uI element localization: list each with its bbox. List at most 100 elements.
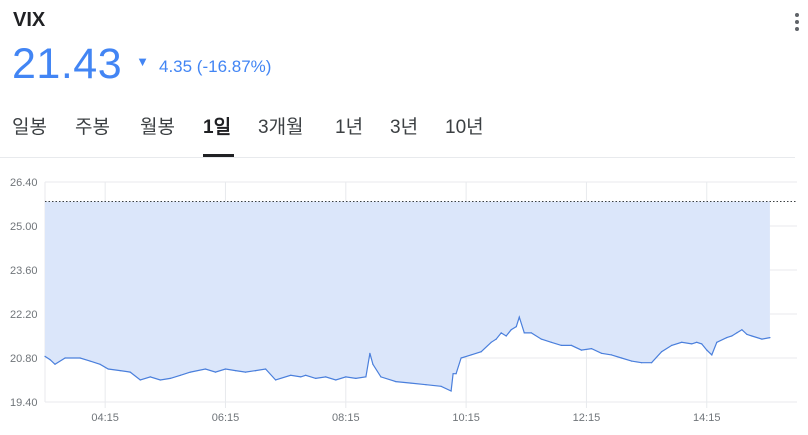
data-point bbox=[305, 374, 307, 376]
y-axis-labels: 26.40 25.00 23.60 22.20 20.80 19.40 bbox=[10, 177, 38, 409]
data-point bbox=[761, 338, 763, 340]
price-summary: 21.43 ▼ 4.35 (-16.87%) bbox=[12, 40, 271, 89]
data-point bbox=[570, 344, 573, 346]
data-point bbox=[751, 335, 753, 337]
data-point bbox=[179, 374, 181, 376]
data-point bbox=[425, 384, 427, 386]
data-point bbox=[355, 377, 357, 379]
price-chart[interactable]: 26.40 25.00 23.60 22.20 20.80 19.40 04:15 06:1… bbox=[0, 160, 808, 435]
x-tick-label: 14:15 bbox=[693, 412, 721, 424]
data-point bbox=[49, 359, 51, 361]
data-point bbox=[696, 341, 698, 343]
tab-weekly[interactable]: 주봉 bbox=[75, 112, 110, 139]
data-point bbox=[159, 379, 161, 381]
data-point bbox=[129, 371, 131, 373]
data-point bbox=[641, 362, 643, 364]
data-point bbox=[691, 343, 693, 345]
tab-10-years[interactable]: 10년 bbox=[445, 112, 484, 139]
x-tick-label: 10:15 bbox=[452, 412, 480, 424]
data-point bbox=[369, 352, 371, 354]
data-point bbox=[610, 354, 613, 356]
tab-1-year[interactable]: 1년 bbox=[335, 112, 363, 139]
data-point bbox=[64, 357, 66, 359]
x-tick-label: 06:15 bbox=[212, 412, 240, 424]
data-point bbox=[214, 371, 217, 373]
data-point bbox=[365, 376, 367, 378]
data-point bbox=[540, 338, 542, 340]
triangle-down-icon: ▼ bbox=[136, 54, 149, 69]
data-point bbox=[661, 351, 663, 353]
data-point bbox=[505, 335, 507, 337]
range-tabs: 일봉 주봉 월봉 1일 3개월 1년 3년 10년 bbox=[0, 112, 795, 158]
data-point bbox=[769, 337, 771, 339]
data-point bbox=[440, 385, 442, 387]
data-point bbox=[139, 379, 141, 381]
data-point bbox=[631, 360, 633, 362]
y-tick-label: 23.60 bbox=[10, 265, 38, 277]
data-point bbox=[450, 390, 452, 392]
active-tab-indicator bbox=[203, 154, 234, 157]
data-point bbox=[149, 376, 151, 378]
y-tick-label: 26.40 bbox=[10, 177, 38, 189]
data-point bbox=[515, 326, 517, 328]
data-point bbox=[600, 352, 603, 354]
data-point bbox=[620, 357, 623, 359]
data-point bbox=[741, 329, 743, 331]
data-point bbox=[89, 360, 91, 362]
data-point bbox=[234, 370, 237, 372]
price-change: 4.35 (-16.87%) bbox=[158, 57, 272, 76]
x-axis-labels: 04:15 06:15 08:15 10:15 12:15 14:15 bbox=[91, 412, 720, 424]
y-tick-label: 19.40 bbox=[10, 397, 38, 409]
data-point bbox=[79, 357, 81, 359]
data-point bbox=[119, 370, 121, 372]
data-point bbox=[518, 316, 520, 318]
data-point bbox=[255, 370, 257, 372]
data-point bbox=[372, 363, 374, 365]
x-tick-label: 08:15 bbox=[332, 412, 360, 424]
y-tick-label: 22.20 bbox=[10, 309, 38, 321]
data-point bbox=[315, 377, 317, 379]
data-point bbox=[590, 348, 593, 350]
data-point bbox=[523, 332, 525, 334]
data-point bbox=[460, 357, 462, 359]
x-tick-label: 12:15 bbox=[573, 412, 601, 424]
data-point bbox=[455, 373, 457, 375]
y-tick-label: 25.00 bbox=[10, 221, 38, 233]
tab-3-months[interactable]: 3개월 bbox=[258, 112, 304, 139]
data-point bbox=[410, 382, 412, 384]
y-tick-label: 20.80 bbox=[10, 353, 38, 365]
data-point bbox=[651, 362, 653, 364]
data-point bbox=[706, 349, 708, 351]
tab-3-years[interactable]: 3년 bbox=[390, 112, 418, 139]
tab-monthly[interactable]: 월봉 bbox=[140, 112, 175, 139]
tab-daily[interactable]: 일봉 bbox=[12, 112, 47, 139]
data-point bbox=[452, 373, 454, 375]
data-point bbox=[290, 374, 292, 376]
data-point bbox=[681, 341, 683, 343]
data-point bbox=[500, 332, 502, 334]
data-point bbox=[107, 368, 109, 370]
data-point bbox=[300, 376, 302, 378]
x-tick-label: 04:15 bbox=[91, 412, 119, 424]
data-point bbox=[470, 354, 472, 356]
data-point bbox=[731, 335, 733, 337]
data-point bbox=[671, 344, 673, 346]
data-point bbox=[716, 341, 718, 343]
data-point bbox=[345, 376, 347, 378]
data-point bbox=[380, 376, 382, 378]
data-point bbox=[275, 379, 277, 381]
ticker-symbol: VIX bbox=[13, 9, 46, 31]
data-point bbox=[325, 376, 327, 378]
data-point bbox=[480, 351, 482, 353]
data-point bbox=[265, 368, 267, 370]
data-point bbox=[99, 363, 101, 365]
data-point bbox=[335, 379, 337, 381]
area-fill bbox=[45, 201, 770, 391]
more-options-icon[interactable] bbox=[794, 13, 800, 31]
data-point bbox=[244, 371, 247, 373]
data-point bbox=[746, 333, 748, 335]
data-point bbox=[224, 368, 227, 370]
data-point bbox=[550, 341, 552, 343]
data-point bbox=[510, 329, 512, 331]
tab-1-day[interactable]: 1일 bbox=[203, 112, 231, 139]
